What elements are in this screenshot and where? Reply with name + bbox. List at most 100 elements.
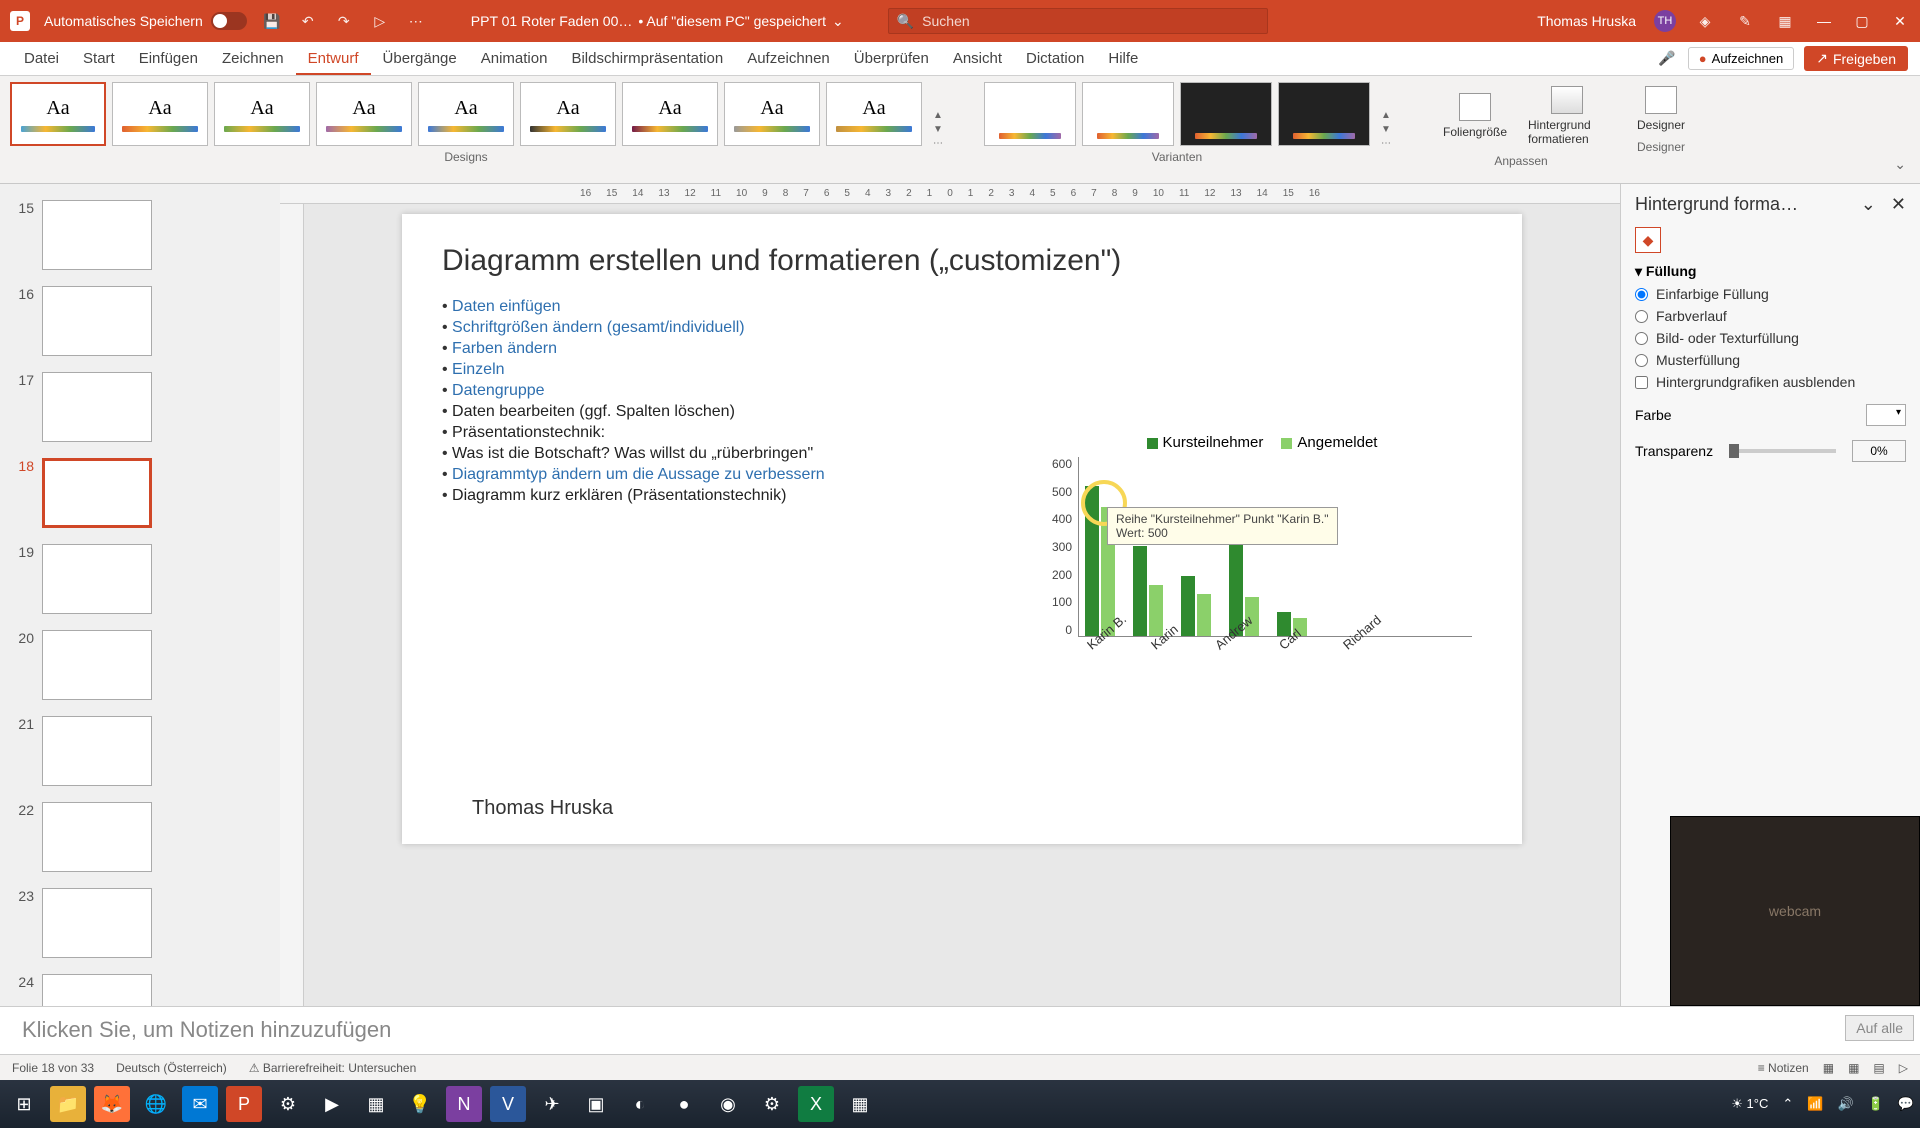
volume-icon[interactable]: 🔊 [1837,1096,1853,1112]
sorter-view-icon[interactable]: ▦ [1848,1061,1859,1075]
design-theme-6[interactable]: Aa [622,82,718,146]
accessibility-check[interactable]: ⚠ Barrierefreiheit: Untersuchen [249,1061,417,1075]
design-theme-4[interactable]: Aa [418,82,514,146]
tab-start[interactable]: Start [71,44,127,75]
powerpoint-icon[interactable]: P [226,1086,262,1122]
outlook-icon[interactable]: ✉ [182,1086,218,1122]
variant-1[interactable] [1082,82,1174,146]
tab-bildschirmpräsentation[interactable]: Bildschirmpräsentation [559,44,735,75]
slide-editor[interactable]: Diagramm erstellen und formatieren („cus… [304,204,1620,1006]
tab-zeichnen[interactable]: Zeichnen [210,44,296,75]
calendar-icon[interactable]: ▦ [1774,10,1796,32]
language-indicator[interactable]: Deutsch (Österreich) [116,1061,227,1075]
chevron-down-icon[interactable]: ⌄ [832,13,844,30]
slide-thumb-21[interactable]: 21 [4,708,276,794]
notes-toggle[interactable]: ≡ Notizen [1758,1061,1809,1075]
app-icon-5[interactable]: ◐ [622,1086,658,1122]
bar-Karin-Kursteilnehmer[interactable] [1133,546,1147,636]
tab-dictation[interactable]: Dictation [1014,44,1096,75]
paint-bucket-icon[interactable]: ◆ [1635,227,1661,253]
format-background-button[interactable]: Hintergrund formatieren [1524,82,1610,150]
slide-title[interactable]: Diagramm erstellen und formatieren („cus… [442,244,1482,278]
design-theme-8[interactable]: Aa [826,82,922,146]
slide-thumbnails-panel[interactable]: 15161718192021222324 [0,184,280,1006]
variant-2[interactable] [1180,82,1272,146]
firefox-icon[interactable]: 🦊 [94,1086,130,1122]
search-box[interactable]: 🔍 Suchen [888,8,1268,34]
explorer-icon[interactable]: 📁 [50,1086,86,1122]
chart-object[interactable]: Kursteilnehmer Angemeldet 60050040030020… [1052,434,1472,714]
diamond-icon[interactable]: ◈ [1694,10,1716,32]
toggle-switch[interactable] [211,12,247,30]
pane-close-icon[interactable]: ✕ [1891,194,1906,214]
mic-icon[interactable]: 🎤 [1656,48,1678,70]
chrome-icon[interactable]: 🌐 [138,1086,174,1122]
slide-canvas[interactable]: Diagramm erstellen und formatieren („cus… [402,214,1522,844]
slide-thumb-17[interactable]: 17 [4,364,276,450]
settings-icon[interactable]: ⚙ [754,1086,790,1122]
variants-more-button[interactable]: ▲▼⋯ [1378,82,1396,177]
app-icon-3[interactable]: 💡 [402,1086,438,1122]
user-avatar[interactable]: TH [1654,10,1676,32]
tab-aufzeichnen[interactable]: Aufzeichnen [735,44,842,75]
app-icon-2[interactable]: ▦ [358,1086,394,1122]
slide-author[interactable]: Thomas Hruska [472,797,613,820]
hide-bg-graphics-checkbox[interactable]: Hintergrundgrafiken ausblenden [1635,374,1906,390]
tab-entwurf[interactable]: Entwurf [296,44,371,75]
tab-datei[interactable]: Datei [12,44,71,75]
slide-counter[interactable]: Folie 18 von 33 [12,1061,94,1075]
record-button[interactable]: ●Aufzeichnen [1688,47,1794,70]
bar-Karin B.-Kursteilnehmer[interactable] [1085,486,1099,636]
slide-thumb-16[interactable]: 16 [4,278,276,364]
normal-view-icon[interactable]: ▦ [1823,1061,1834,1075]
tab-überprüfen[interactable]: Überprüfen [842,44,941,75]
battery-icon[interactable]: 🔋 [1868,1096,1884,1112]
variant-3[interactable] [1278,82,1370,146]
app-icon-8[interactable]: ▦ [842,1086,878,1122]
tab-einfügen[interactable]: Einfügen [127,44,210,75]
color-picker-button[interactable] [1866,404,1906,426]
designer-button[interactable]: Designer [1618,82,1704,136]
slide-thumb-20[interactable]: 20 [4,622,276,708]
tab-übergänge[interactable]: Übergänge [371,44,469,75]
app-icon-6[interactable]: ● [666,1086,702,1122]
tab-hilfe[interactable]: Hilfe [1096,44,1150,75]
close-button[interactable]: ✕ [1890,11,1910,31]
gradient-fill-radio[interactable]: Farbverlauf [1635,308,1906,324]
slide-thumb-15[interactable]: 15 [4,192,276,278]
transparency-value[interactable]: 0% [1852,440,1906,462]
weather-widget[interactable]: ☀ 1°C [1731,1096,1768,1112]
notes-pane[interactable]: Klicken Sie, um Notizen hinzuzufügen Auf… [0,1006,1920,1054]
bar-Andrew-Angemeldet[interactable] [1197,594,1211,636]
designs-more-button[interactable]: ▲▼⋯ [930,82,948,177]
pane-collapse-icon[interactable]: ⌄ [1861,194,1876,214]
app-icon-4[interactable]: ▣ [578,1086,614,1122]
solid-fill-radio[interactable]: Einfarbige Füllung [1635,286,1906,302]
onenote-icon[interactable]: N [446,1086,482,1122]
pen-icon[interactable]: ✎ [1734,10,1756,32]
variant-0[interactable] [984,82,1076,146]
design-theme-0[interactable]: Aa [10,82,106,146]
telegram-icon[interactable]: ✈ [534,1086,570,1122]
design-theme-2[interactable]: Aa [214,82,310,146]
collapse-ribbon-icon[interactable]: ⌄ [1890,152,1910,177]
minimize-button[interactable]: — [1814,11,1834,31]
save-icon[interactable]: 💾 [261,10,283,32]
tab-animation[interactable]: Animation [469,44,560,75]
autosave-toggle[interactable]: Automatisches Speichern [44,12,247,30]
share-button[interactable]: ↗Freigeben [1804,46,1908,71]
design-theme-7[interactable]: Aa [724,82,820,146]
pattern-fill-radio[interactable]: Musterfüllung [1635,352,1906,368]
network-icon[interactable]: 📶 [1807,1096,1823,1112]
app-icon-1[interactable]: ⚙ [270,1086,306,1122]
notifications-icon[interactable]: 💬 [1898,1096,1914,1112]
tray-chevron-icon[interactable]: ⌃ [1782,1096,1793,1112]
slide-thumb-23[interactable]: 23 [4,880,276,966]
fill-section-header[interactable]: ▾ Füllung [1635,263,1906,280]
present-icon[interactable]: ▷ [369,10,391,32]
app-icon-7[interactable]: ◉ [710,1086,746,1122]
redo-icon[interactable]: ↷ [333,10,355,32]
transparency-slider[interactable] [1729,449,1836,453]
slide-size-button[interactable]: Foliengröße [1432,82,1518,150]
tab-ansicht[interactable]: Ansicht [941,44,1014,75]
